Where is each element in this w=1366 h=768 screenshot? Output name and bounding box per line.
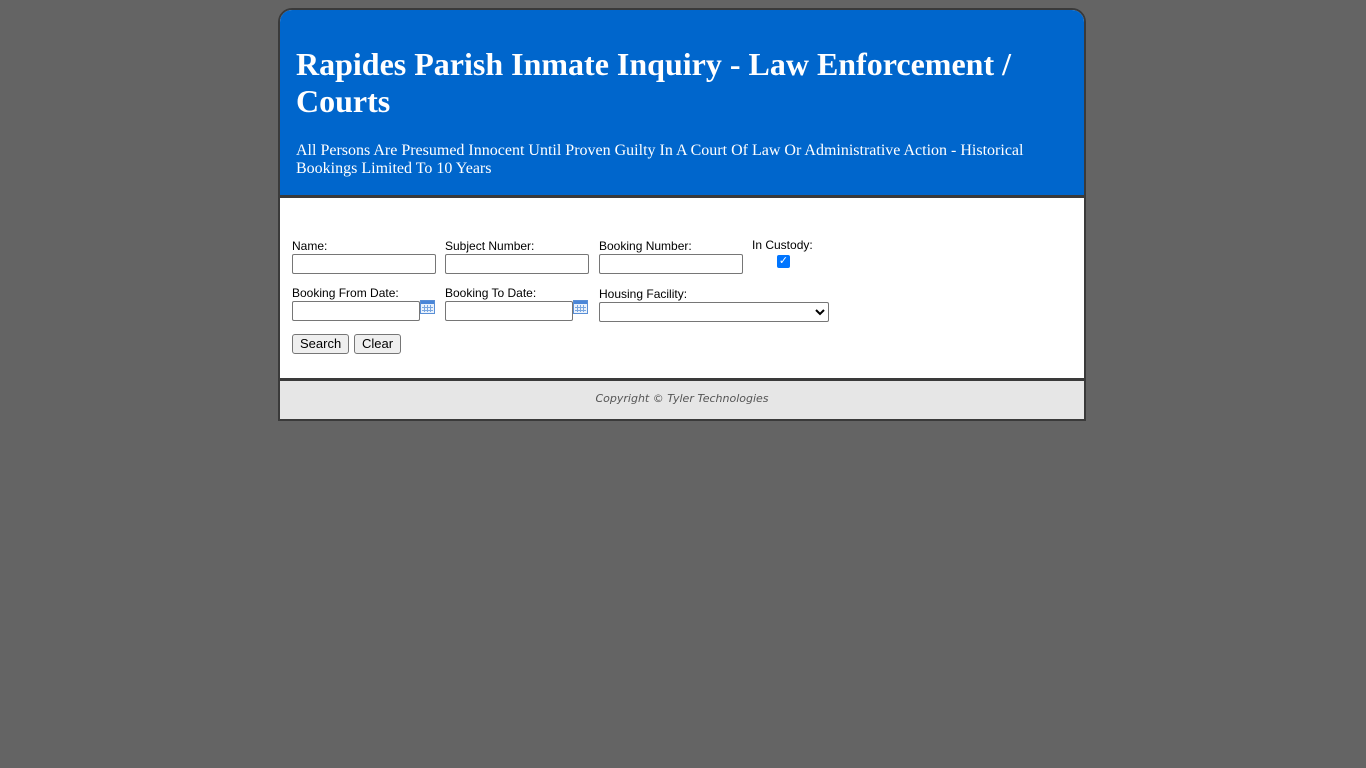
booking-to-date-input[interactable] xyxy=(445,301,573,321)
name-field-group: Name: xyxy=(292,239,436,274)
calendar-icon[interactable] xyxy=(420,300,435,314)
header: Rapides Parish Inmate Inquiry - Law Enfo… xyxy=(280,10,1084,198)
subject-number-input[interactable] xyxy=(445,254,589,274)
in-custody-field-group: In Custody: xyxy=(752,238,813,253)
copyright-text: Copyright © Tyler Technologies xyxy=(595,392,769,405)
booking-from-date-input[interactable] xyxy=(292,301,420,321)
booking-from-label: Booking From Date: xyxy=(292,286,399,300)
page-frame: Rapides Parish Inmate Inquiry - Law Enfo… xyxy=(278,8,1086,421)
housing-facility-select[interactable] xyxy=(599,302,829,322)
page-title: Rapides Parish Inmate Inquiry - Law Enfo… xyxy=(296,46,1011,119)
housing-facility-field-group: Housing Facility: xyxy=(599,287,829,322)
name-input[interactable] xyxy=(292,254,436,274)
name-label: Name: xyxy=(292,239,328,253)
housing-facility-label: Housing Facility: xyxy=(599,287,688,301)
booking-from-field-group: Booking From Date: xyxy=(292,286,420,321)
footer: Copyright © Tyler Technologies xyxy=(280,378,1084,419)
search-button[interactable]: Search xyxy=(292,334,350,354)
in-custody-label: In Custody: xyxy=(752,238,813,252)
booking-to-field-group: Booking To Date: xyxy=(445,286,573,321)
calendar-icon[interactable] xyxy=(573,300,588,314)
clear-button[interactable]: Clear xyxy=(354,334,402,354)
booking-to-label: Booking To Date: xyxy=(445,286,537,300)
subject-number-field-group: Subject Number: xyxy=(445,239,589,274)
in-custody-checkbox[interactable]: ✓ xyxy=(777,255,790,268)
search-form: Name: Subject Number: Booking Number: In… xyxy=(280,198,1084,378)
subject-number-label: Subject Number: xyxy=(445,239,535,253)
page-subtitle: All Persons Are Presumed Innocent Until … xyxy=(296,142,1024,177)
booking-number-label: Booking Number: xyxy=(599,239,692,253)
booking-number-input[interactable] xyxy=(599,254,743,274)
booking-number-field-group: Booking Number: xyxy=(599,239,743,274)
